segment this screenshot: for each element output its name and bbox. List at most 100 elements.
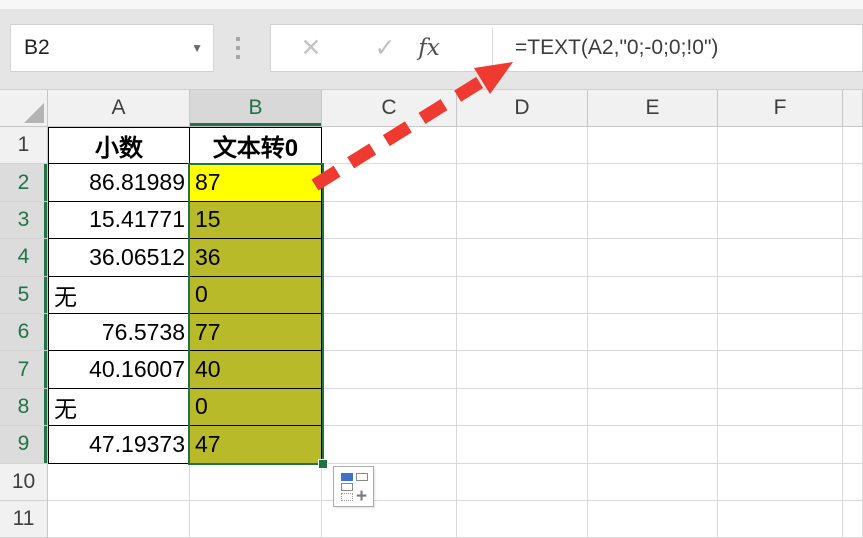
cell-B3[interactable]: 15 <box>190 202 322 239</box>
row-header-9[interactable]: 9 <box>0 426 48 463</box>
cell-A11[interactable] <box>48 501 190 538</box>
cell-C7[interactable] <box>322 351 457 388</box>
cell-B8[interactable]: 0 <box>190 389 322 426</box>
row-header-8[interactable]: 8 <box>0 389 48 426</box>
cell-x4[interactable] <box>843 239 863 276</box>
cell-F6[interactable] <box>718 314 843 351</box>
cell-A1[interactable]: 小数 <box>48 127 190 164</box>
row-header-1[interactable]: 1 <box>0 127 48 164</box>
cell-E11[interactable] <box>588 501 718 538</box>
column-header-B[interactable]: B <box>190 90 322 127</box>
cell-A3[interactable]: 15.41771 <box>48 202 190 239</box>
cell-x10[interactable] <box>843 464 863 501</box>
cell-x8[interactable] <box>843 389 863 426</box>
cell-D3[interactable] <box>457 202 588 239</box>
enter-icon[interactable]: ✓ <box>359 25 411 71</box>
cell-E9[interactable] <box>588 426 718 463</box>
cell-F4[interactable] <box>718 239 843 276</box>
cell-D4[interactable] <box>457 239 588 276</box>
cell-E8[interactable] <box>588 389 718 426</box>
column-header-E[interactable]: E <box>588 90 718 127</box>
cell-A9[interactable]: 47.19373 <box>48 426 190 463</box>
cell-x5[interactable] <box>843 277 863 314</box>
select-all-button[interactable] <box>0 90 48 127</box>
cell-D9[interactable] <box>457 426 588 463</box>
cell-C8[interactable] <box>322 389 457 426</box>
cell-A5[interactable]: 无 <box>48 277 190 314</box>
cell-F11[interactable] <box>718 501 843 538</box>
column-header-A[interactable]: A <box>48 90 190 127</box>
cell-B1[interactable]: 文本转0 <box>190 127 322 164</box>
cell-x6[interactable] <box>843 314 863 351</box>
cell-A10[interactable] <box>48 464 190 501</box>
cell-D1[interactable] <box>457 127 588 164</box>
cell-x3[interactable] <box>843 202 863 239</box>
cell-A4[interactable]: 36.06512 <box>48 239 190 276</box>
cell-A6[interactable]: 76.5738 <box>48 314 190 351</box>
name-box[interactable]: B2 ▼ <box>10 24 214 72</box>
cell-E4[interactable] <box>588 239 718 276</box>
cell-B4[interactable]: 36 <box>190 239 322 276</box>
cell-C6[interactable] <box>322 314 457 351</box>
cell-C3[interactable] <box>322 202 457 239</box>
cell-x7[interactable] <box>843 351 863 388</box>
insert-function-icon[interactable]: fx <box>405 25 453 71</box>
cell-x9[interactable] <box>843 426 863 463</box>
cell-C5[interactable] <box>322 277 457 314</box>
cell-C4[interactable] <box>322 239 457 276</box>
row-header-2[interactable]: 2 <box>0 164 48 201</box>
row-header-7[interactable]: 7 <box>0 351 48 388</box>
cell-E1[interactable] <box>588 127 718 164</box>
cell-D11[interactable] <box>457 501 588 538</box>
column-header-C[interactable]: C <box>322 90 457 127</box>
row-header-4[interactable]: 4 <box>0 239 48 276</box>
row-header-3[interactable]: 3 <box>0 202 48 239</box>
row-header-5[interactable]: 5 <box>0 277 48 314</box>
cell-x11[interactable] <box>843 501 863 538</box>
cell-F10[interactable] <box>718 464 843 501</box>
chevron-down-icon[interactable]: ▼ <box>191 25 203 71</box>
cell-F9[interactable] <box>718 426 843 463</box>
cell-C1[interactable] <box>322 127 457 164</box>
cell-B11[interactable] <box>190 501 322 538</box>
cell-B10[interactable] <box>190 464 322 501</box>
cell-F1[interactable] <box>718 127 843 164</box>
cell-F3[interactable] <box>718 202 843 239</box>
cell-E6[interactable] <box>588 314 718 351</box>
cell-B9[interactable]: 47 <box>190 426 322 463</box>
cell-D7[interactable] <box>457 351 588 388</box>
formula-input[interactable]: =TEXT(A2,"0;-0;0;!0") <box>515 25 858 71</box>
cell-D5[interactable] <box>457 277 588 314</box>
cell-A7[interactable]: 40.16007 <box>48 351 190 388</box>
cell-A2[interactable]: 86.81989 <box>48 164 190 201</box>
cell-B7[interactable]: 40 <box>190 351 322 388</box>
row-header-11[interactable]: 11 <box>0 501 48 538</box>
row-header-6[interactable]: 6 <box>0 314 48 351</box>
cell-D10[interactable] <box>457 464 588 501</box>
autofill-options-button[interactable]: + <box>333 466 374 507</box>
cell-F8[interactable] <box>718 389 843 426</box>
column-header-D[interactable]: D <box>457 90 588 127</box>
cell-B5[interactable]: 0 <box>190 277 322 314</box>
cell-D6[interactable] <box>457 314 588 351</box>
row-header-10[interactable]: 10 <box>0 464 48 501</box>
cell-D2[interactable] <box>457 164 588 201</box>
cancel-icon[interactable]: ✕ <box>285 25 337 71</box>
cell-B2[interactable]: 87 <box>190 164 322 201</box>
cell-D8[interactable] <box>457 389 588 426</box>
cell-E3[interactable] <box>588 202 718 239</box>
cell-F2[interactable] <box>718 164 843 201</box>
cell-E5[interactable] <box>588 277 718 314</box>
cell-E10[interactable] <box>588 464 718 501</box>
cell-C2[interactable] <box>322 164 457 201</box>
cell-C9[interactable] <box>322 426 457 463</box>
cell-E2[interactable] <box>588 164 718 201</box>
column-header-partial[interactable] <box>843 90 863 127</box>
cell-E7[interactable] <box>588 351 718 388</box>
cell-A8[interactable]: 无 <box>48 389 190 426</box>
cell-B6[interactable]: 77 <box>190 314 322 351</box>
cell-x2[interactable] <box>843 164 863 201</box>
cell-x1[interactable] <box>843 127 863 164</box>
column-header-F[interactable]: F <box>718 90 843 127</box>
cell-F7[interactable] <box>718 351 843 388</box>
